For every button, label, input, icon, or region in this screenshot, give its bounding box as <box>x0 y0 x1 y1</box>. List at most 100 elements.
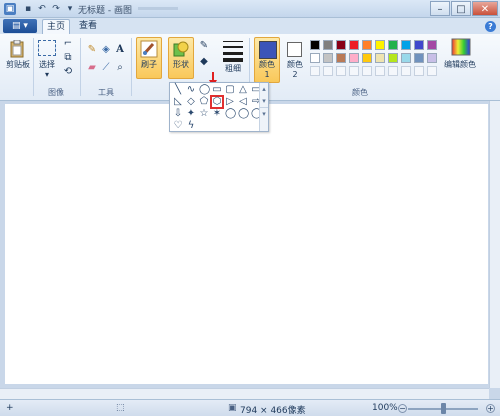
palette-swatch[interactable] <box>414 40 424 50</box>
size-line-medium <box>223 46 243 48</box>
redo-icon[interactable]: ↷ <box>50 3 62 15</box>
select-dropdown-icon[interactable]: ▾ <box>40 70 54 80</box>
shape-option[interactable]: ∿ <box>186 85 196 95</box>
horizontal-scrollbar[interactable] <box>0 388 489 399</box>
palette-swatch[interactable] <box>310 40 320 50</box>
outline-icon[interactable]: ✎ <box>198 40 210 52</box>
status-bar: + ⬚ ▣ 794 × 466像素 100% − + <box>0 399 500 416</box>
shape-option[interactable]: ╲ <box>173 85 183 95</box>
shape-option[interactable]: ✦ <box>186 109 196 119</box>
scroll-down-icon[interactable]: ▾ <box>260 95 268 107</box>
shape-option[interactable]: ▷ <box>225 97 235 107</box>
zoom-in-icon[interactable]: + <box>486 404 495 413</box>
brush-icon <box>140 40 158 58</box>
palette-swatch[interactable] <box>388 53 398 63</box>
custom-color-slot[interactable] <box>401 66 411 76</box>
color2-label: 颜色 2 <box>287 60 303 79</box>
scroll-up-icon[interactable]: ▴ <box>260 83 268 95</box>
hexagon-shape-selected[interactable]: ⬡ <box>210 95 224 109</box>
image-group-label: 图像 <box>48 88 64 97</box>
zoom-slider-thumb[interactable] <box>441 403 446 414</box>
fill-icon[interactable]: ◈ <box>100 44 112 56</box>
resize-icon[interactable]: ⧉ <box>62 52 74 64</box>
pencil-icon[interactable]: ✎ <box>86 44 98 56</box>
fill-style-icon[interactable]: ◆ <box>198 56 210 68</box>
custom-color-slot[interactable] <box>427 66 437 76</box>
palette-swatch[interactable] <box>349 40 359 50</box>
color1-swatch <box>259 41 277 59</box>
custom-color-slot[interactable] <box>414 66 424 76</box>
shape-option[interactable]: ◺ <box>173 97 183 107</box>
shape-option[interactable]: ☆ <box>199 109 209 119</box>
select-icon[interactable] <box>38 40 56 56</box>
palette-swatch[interactable] <box>388 40 398 50</box>
tab-home[interactable]: 主页 <box>42 19 70 34</box>
brush-button[interactable] <box>136 37 162 79</box>
palette-swatch[interactable] <box>310 53 320 63</box>
palette-swatch[interactable] <box>362 40 372 50</box>
brush-label: 刷子 <box>141 60 157 69</box>
shape-option[interactable]: ◁ <box>238 97 248 107</box>
rotate-icon[interactable]: ⟲ <box>62 66 74 78</box>
palette-swatch[interactable] <box>362 53 372 63</box>
shape-option[interactable]: ▭ <box>212 85 222 95</box>
palette-swatch[interactable] <box>336 53 346 63</box>
palette-swatch[interactable] <box>427 53 437 63</box>
close-button[interactable]: ✕ <box>472 1 498 16</box>
palette-swatch[interactable] <box>336 40 346 50</box>
edit-colors-button[interactable] <box>446 38 476 62</box>
magnifier-icon[interactable]: ⌕ <box>114 62 126 74</box>
shape-option[interactable]: ◇ <box>186 97 196 107</box>
window-title: 无标题 - 画图 <box>78 6 132 16</box>
color-picker-icon[interactable]: ⟋ <box>100 62 112 74</box>
custom-color-slot[interactable] <box>336 66 346 76</box>
shape-option[interactable]: ▢ <box>225 85 235 95</box>
palette-swatch[interactable] <box>323 40 333 50</box>
palette-swatch[interactable] <box>375 40 385 50</box>
minimize-button[interactable]: – <box>430 1 450 16</box>
eraser-icon[interactable]: ▰ <box>86 62 98 74</box>
tab-view[interactable]: 查看 <box>74 19 102 34</box>
zoom-out-icon[interactable]: − <box>398 404 407 413</box>
custom-color-slot[interactable] <box>310 66 320 76</box>
custom-color-slot[interactable] <box>349 66 359 76</box>
palette-swatch[interactable] <box>401 40 411 50</box>
palette-swatch[interactable] <box>349 53 359 63</box>
text-icon[interactable]: A <box>114 44 126 56</box>
help-icon[interactable]: ? <box>485 21 496 32</box>
maximize-button[interactable]: □ <box>451 1 471 16</box>
palette-swatch[interactable] <box>375 53 385 63</box>
drawing-canvas[interactable] <box>5 104 488 384</box>
shape-option[interactable]: ◯ <box>199 85 210 95</box>
customize-quick-access-icon[interactable]: ▾ <box>64 3 76 15</box>
title-bar: ▣ ▪ ↶ ↷ ▾ 无标题 - 画图 – □ ✕ <box>0 0 500 18</box>
expand-gallery-icon[interactable]: ▾ <box>260 107 268 120</box>
shapes-gallery-scrollbar[interactable]: ▴ ▾ ▾ <box>259 83 268 131</box>
shapes-button[interactable] <box>168 37 194 79</box>
vertical-scrollbar[interactable] <box>489 101 500 388</box>
custom-color-slot[interactable] <box>375 66 385 76</box>
crop-icon[interactable]: ⌐ <box>62 38 74 50</box>
shape-option[interactable]: ⬠ <box>199 97 209 107</box>
separator <box>33 38 34 96</box>
shape-option[interactable]: ◯ <box>238 109 249 119</box>
undo-icon[interactable]: ↶ <box>36 3 48 15</box>
palette-swatch[interactable] <box>427 40 437 50</box>
shape-option[interactable]: ♡ <box>173 121 183 131</box>
paint-menu-button[interactable]: ▤ ▾ <box>3 19 37 33</box>
custom-color-slot[interactable] <box>362 66 372 76</box>
custom-color-slot[interactable] <box>323 66 333 76</box>
shape-option[interactable]: ϟ <box>186 121 196 131</box>
size-line-thick <box>223 52 243 55</box>
shape-option[interactable]: ◯ <box>225 109 236 119</box>
shape-option[interactable]: ✶ <box>212 109 222 119</box>
palette-swatch[interactable] <box>401 53 411 63</box>
save-icon[interactable]: ▪ <box>22 3 34 15</box>
palette-swatch[interactable] <box>414 53 424 63</box>
palette-swatch[interactable] <box>323 53 333 63</box>
ribbon-tabs: ▤ ▾ 主页 查看 ? <box>0 18 500 34</box>
shape-option[interactable]: △ <box>238 85 248 95</box>
custom-color-slot[interactable] <box>388 66 398 76</box>
shape-option[interactable]: ⇩ <box>173 109 183 119</box>
size-button[interactable] <box>222 38 244 62</box>
